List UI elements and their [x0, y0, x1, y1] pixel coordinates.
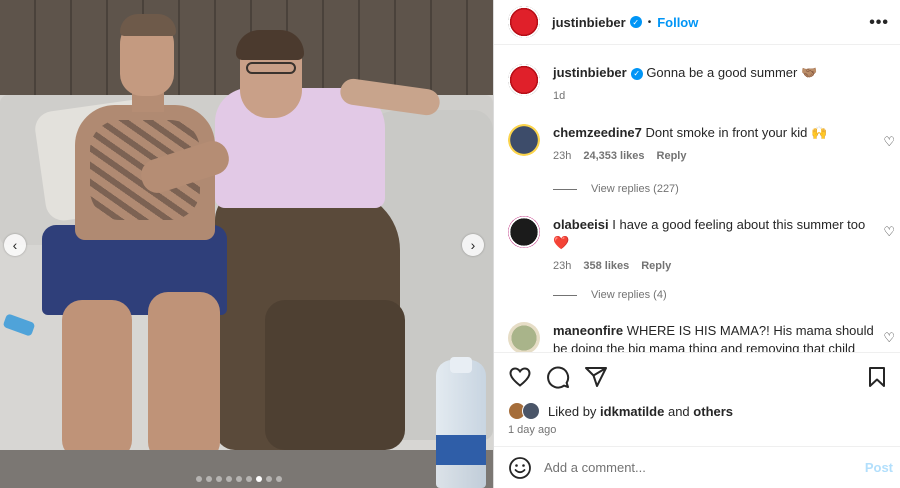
- view-replies-label: View replies (4): [591, 289, 667, 301]
- avatar[interactable]: [508, 322, 540, 352]
- photo-water-bottle: [436, 360, 486, 488]
- comment-likes[interactable]: 358 likes: [583, 257, 629, 275]
- carousel-dot: [206, 476, 212, 482]
- reply-button[interactable]: Reply: [641, 257, 671, 275]
- post-comment-button[interactable]: Post: [865, 460, 893, 475]
- liked-by-others[interactable]: others: [693, 404, 733, 419]
- photo-person2-legs: [265, 300, 405, 450]
- photo-person1-hair: [120, 14, 176, 36]
- comment-body: maneonfire WHERE IS HIS MAMA?! His mama …: [553, 322, 883, 352]
- comment-item: maneonfire WHERE IS HIS MAMA?! His mama …: [508, 322, 883, 352]
- avatar[interactable]: [522, 402, 540, 420]
- comment-body: olabeeisi I have a good feeling about th…: [553, 216, 883, 275]
- comment-icon[interactable]: [546, 365, 570, 389]
- add-comment-bar: Post: [494, 446, 900, 488]
- carousel-dot: [196, 476, 202, 482]
- carousel-prev-button[interactable]: ‹: [4, 234, 26, 256]
- photo-person1-leg: [62, 300, 132, 460]
- avatar[interactable]: [508, 216, 540, 248]
- avatar[interactable]: [508, 64, 540, 96]
- emoji-icon[interactable]: [508, 456, 532, 480]
- action-icons: [508, 365, 608, 389]
- comment-time: 23h: [553, 150, 572, 162]
- carousel-next-button[interactable]: ›: [462, 234, 484, 256]
- liked-avatars: [508, 402, 542, 420]
- liked-by: Liked by idkmatilde and others: [508, 402, 733, 420]
- header-user: justinbieber ✓ • Follow: [552, 15, 698, 30]
- comment-meta: 23h 358 likes Reply: [553, 257, 883, 275]
- photo-person2-shirt: [215, 88, 385, 208]
- header-separator: •: [647, 16, 652, 28]
- chevron-left-icon: ‹: [12, 237, 18, 253]
- chevron-right-icon: ›: [470, 237, 476, 253]
- caption-meta: 1d: [553, 87, 883, 105]
- bookmark-icon[interactable]: [865, 365, 889, 389]
- replies-divider: [553, 294, 577, 296]
- carousel-dot: [246, 476, 252, 482]
- view-replies-label: View replies (227): [591, 183, 679, 195]
- carousel-dot: [236, 476, 242, 482]
- comment-like-heart-icon[interactable]: ♡: [883, 224, 895, 240]
- photo-floor: [0, 450, 493, 488]
- comment-username[interactable]: maneonfire: [553, 323, 623, 338]
- carousel-indicator: [196, 476, 282, 482]
- verified-badge-icon: ✓: [629, 16, 642, 28]
- more-options-icon[interactable]: •••: [869, 14, 889, 32]
- heart-icon[interactable]: [508, 365, 532, 389]
- photo-person1-leg: [148, 292, 220, 462]
- comment-username[interactable]: olabeeisi: [553, 217, 609, 232]
- comment-like-heart-icon[interactable]: ♡: [883, 330, 895, 346]
- caption-text: Gonna be a good summer 🤝🏽: [646, 65, 818, 80]
- carousel-dot: [276, 476, 282, 482]
- avatar[interactable]: [508, 124, 540, 156]
- liked-by-prefix: Liked by: [548, 403, 597, 419]
- carousel-dot: [226, 476, 232, 482]
- comment-like-heart-icon[interactable]: ♡: [883, 134, 895, 150]
- caption-body: justinbieber ✓ Gonna be a good summer 🤝🏽 …: [553, 64, 883, 105]
- comment-likes[interactable]: 24,353 likes: [583, 147, 644, 165]
- reply-button[interactable]: Reply: [657, 147, 687, 165]
- comment-item: chemzeedine7 Dont smoke in front your ki…: [508, 124, 883, 165]
- photo-bottle-cap: [450, 357, 472, 373]
- post-actions: Liked by idkmatilde and others 1 day ago: [494, 352, 900, 446]
- photo-person2-glasses: [246, 62, 296, 74]
- caption: justinbieber ✓ Gonna be a good summer 🤝🏽 …: [508, 64, 883, 105]
- replies-divider: [553, 188, 577, 190]
- comment-username[interactable]: chemzeedine7: [553, 125, 642, 140]
- post-container: ‹ › justinbieber ✓ • Follow ••• justinbi…: [0, 0, 900, 488]
- photo-bottle-label: [436, 435, 486, 465]
- comment-body: chemzeedine7 Dont smoke in front your ki…: [553, 124, 883, 165]
- post-image[interactable]: ‹ ›: [0, 0, 493, 488]
- caption-username[interactable]: justinbieber: [553, 65, 627, 80]
- comment-text: Dont smoke in front your kid 🙌: [645, 125, 828, 140]
- post-sidebar: justinbieber ✓ • Follow ••• justinbieber…: [493, 0, 900, 488]
- share-icon[interactable]: [584, 365, 608, 389]
- view-replies-button[interactable]: View replies (4): [553, 289, 667, 301]
- post-time: 1 day ago: [508, 424, 557, 436]
- add-comment-input[interactable]: [544, 460, 844, 475]
- comment-time: 23h: [553, 260, 572, 272]
- photo-person2-hair: [236, 30, 304, 60]
- verified-badge-icon: ✓: [630, 67, 643, 80]
- avatar[interactable]: [508, 6, 540, 38]
- caption-time: 1d: [553, 90, 566, 102]
- view-replies-button[interactable]: View replies (227): [553, 183, 679, 195]
- comment-meta: 23h 24,353 likes Reply: [553, 147, 883, 165]
- liked-by-and: and: [667, 403, 690, 419]
- carousel-dot: [266, 476, 272, 482]
- comment-item: olabeeisi I have a good feeling about th…: [508, 216, 883, 275]
- carousel-dot: [216, 476, 222, 482]
- header-username[interactable]: justinbieber: [552, 15, 626, 30]
- liked-by-user[interactable]: idkmatilde: [600, 404, 664, 419]
- follow-button[interactable]: Follow: [657, 15, 698, 30]
- comments-list[interactable]: justinbieber ✓ Gonna be a good summer 🤝🏽 …: [494, 46, 900, 352]
- post-header: justinbieber ✓ • Follow •••: [494, 0, 900, 45]
- carousel-dot: [256, 476, 262, 482]
